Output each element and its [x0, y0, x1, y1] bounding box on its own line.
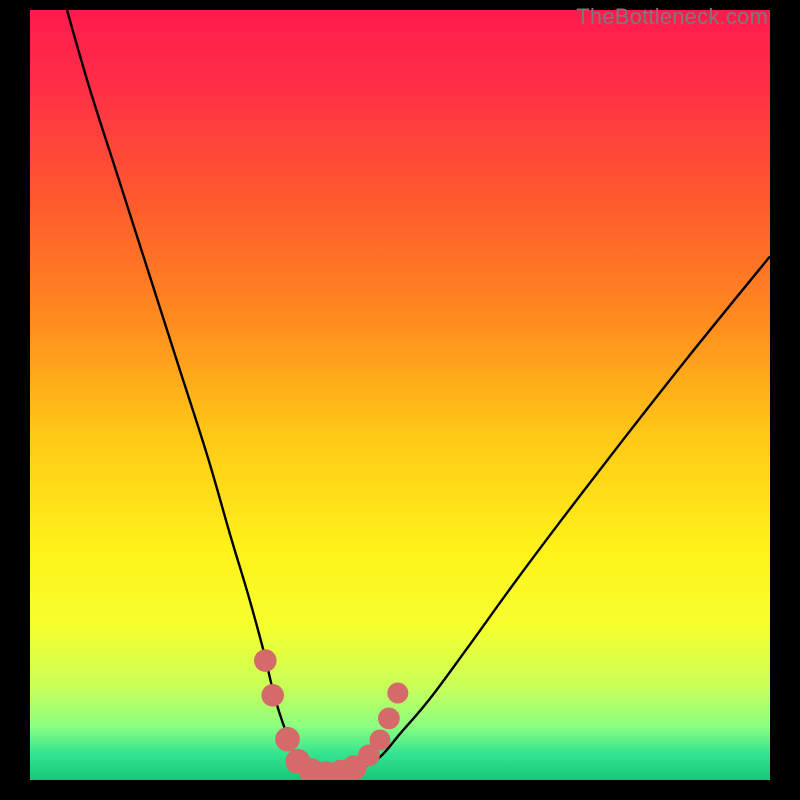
bottleneck-chart	[30, 10, 770, 780]
data-marker	[261, 684, 284, 707]
data-marker	[387, 683, 408, 704]
data-marker	[254, 649, 277, 672]
outer-black-frame: TheBottleneck.com	[0, 0, 800, 800]
data-marker	[275, 727, 300, 752]
watermark-text: TheBottleneck.com	[576, 4, 768, 30]
data-marker	[370, 730, 391, 751]
data-marker	[378, 708, 400, 730]
plot-area	[30, 10, 770, 780]
